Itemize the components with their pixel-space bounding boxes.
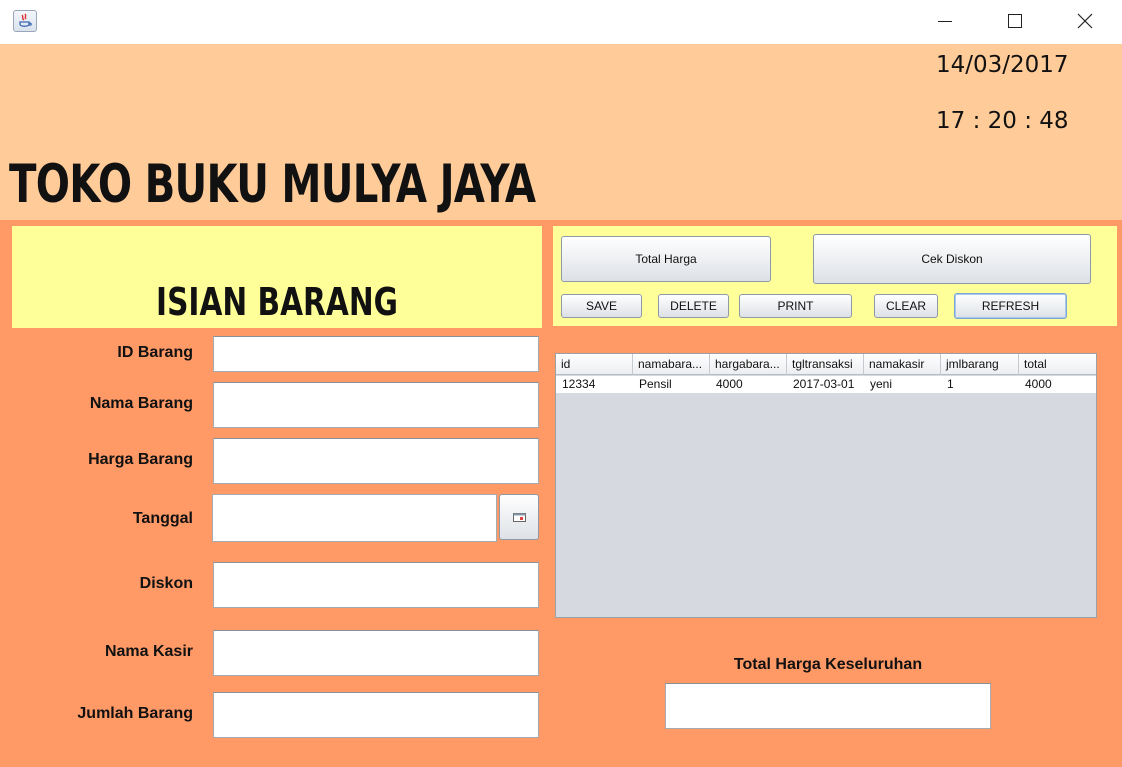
harga-barang-label: Harga Barang	[88, 451, 193, 468]
clear-label: CLEAR	[885, 299, 926, 313]
current-date: 14/03/2017	[936, 52, 1069, 78]
column-header[interactable]: jmlbarang	[941, 354, 1019, 375]
cek-diskon-button[interactable]: Cek Diskon	[813, 234, 1091, 284]
column-header[interactable]: id	[556, 354, 633, 375]
total-harga-keseluruhan-label: Total Harga Keseluruhan	[733, 656, 923, 673]
id-barang-label: ID Barang	[117, 344, 193, 361]
nama-kasir-field[interactable]	[213, 630, 539, 676]
print-label: PRINT	[777, 299, 814, 313]
clear-button[interactable]: CLEAR	[874, 294, 938, 318]
tanggal-label: Tanggal	[132, 510, 193, 527]
isian-panel: ISIAN BARANG	[12, 226, 542, 328]
minimize-icon	[938, 21, 952, 22]
window-titlebar	[0, 0, 1122, 44]
section-title: ISIAN BARANG	[156, 280, 398, 324]
store-title: TOKO BUKU MULYA JAYA	[9, 154, 536, 215]
cek-diskon-label: Cek Diskon	[921, 252, 983, 266]
nama-barang-label: Nama Barang	[89, 395, 193, 412]
diskon-field[interactable]	[213, 562, 539, 608]
calendar-icon	[513, 513, 526, 522]
table-cell: 4000	[1025, 377, 1052, 391]
button-panel: Total Harga Cek Diskon SAVE DELETE PRINT…	[553, 226, 1117, 326]
java-icon[interactable]	[13, 10, 37, 32]
header-panel: 14/03/2017 17 : 20 : 48 TOKO BUKU MULYA …	[0, 44, 1122, 220]
print-button[interactable]: PRINT	[739, 294, 852, 318]
total-harga-label: Total Harga	[635, 252, 697, 266]
refresh-label: REFRESH	[981, 299, 1040, 313]
jumlah-barang-label: Jumlah Barang	[77, 705, 193, 722]
column-header[interactable]: total	[1019, 354, 1096, 375]
diskon-label: Diskon	[139, 575, 193, 592]
column-header[interactable]: namakasir	[864, 354, 941, 375]
id-barang-field[interactable]	[213, 336, 539, 372]
total-harga-button[interactable]: Total Harga	[561, 236, 771, 282]
column-header[interactable]: hargabara...	[710, 354, 787, 375]
nama-barang-field[interactable]	[213, 382, 539, 428]
current-time: 17 : 20 : 48	[936, 108, 1069, 134]
nama-kasir-label: Nama Kasir	[104, 643, 193, 660]
jumlah-barang-field[interactable]	[213, 692, 539, 738]
table-header: id namabara... hargabara... tgltransaksi…	[556, 354, 1096, 375]
main-panel: ISIAN BARANG Total Harga Cek Diskon SAVE…	[0, 220, 1122, 767]
close-icon	[1077, 13, 1093, 29]
column-header[interactable]: namabara...	[633, 354, 710, 375]
save-button[interactable]: SAVE	[561, 294, 642, 318]
table-row[interactable]: 12334 Pensil 4000 2017-03-01 yeni 1 4000	[556, 376, 1096, 393]
harga-barang-field[interactable]	[213, 438, 539, 484]
table-cell: Pensil	[639, 377, 672, 391]
refresh-button[interactable]: REFRESH	[954, 293, 1067, 319]
total-harga-keseluruhan-field[interactable]	[665, 683, 991, 729]
date-picker-button[interactable]	[499, 494, 539, 540]
table-cell: 12334	[562, 377, 596, 391]
tanggal-field[interactable]	[212, 494, 497, 542]
maximize-button[interactable]	[980, 0, 1050, 44]
table-cell: 1	[947, 377, 954, 391]
delete-label: DELETE	[670, 299, 717, 313]
table-cell: 2017-03-01	[793, 377, 855, 391]
maximize-icon	[1008, 14, 1022, 28]
minimize-button[interactable]	[910, 0, 980, 44]
column-header[interactable]: tgltransaksi	[787, 354, 864, 375]
table-cell: 4000	[716, 377, 743, 391]
table-cell: yeni	[870, 377, 893, 391]
transaction-table[interactable]: id namabara... hargabara... tgltransaksi…	[555, 353, 1097, 618]
close-button[interactable]	[1050, 0, 1120, 44]
delete-button[interactable]: DELETE	[658, 294, 729, 318]
save-label: SAVE	[585, 299, 618, 313]
